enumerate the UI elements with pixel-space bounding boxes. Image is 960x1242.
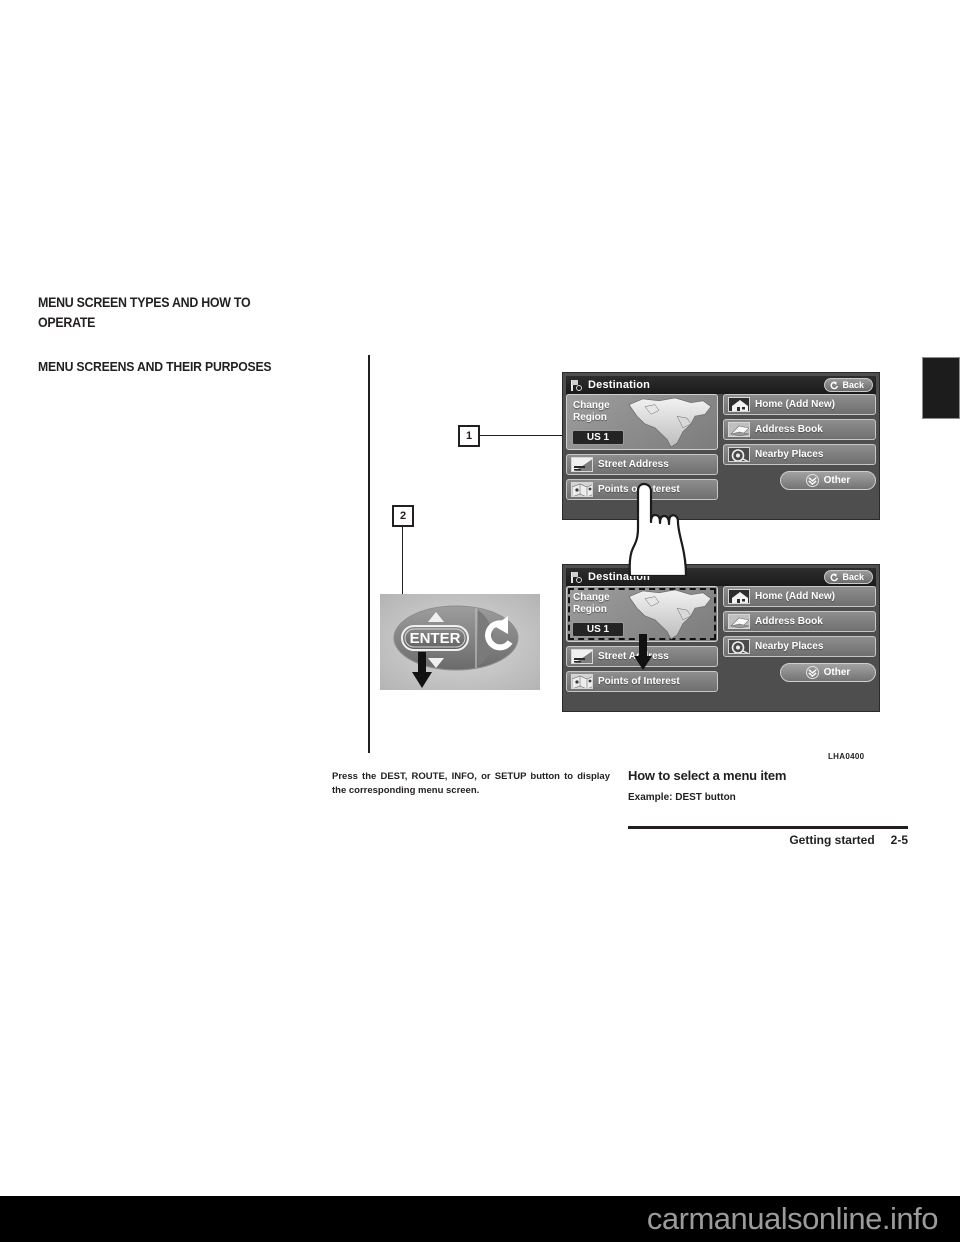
menu-button-street-address[interactable]: Street Address xyxy=(566,454,718,475)
callout-marker-2: 2 xyxy=(392,505,414,527)
navigation-screen-bottom: Destination Back Change Region US 1 Stre… xyxy=(562,564,880,712)
menu-button-address-book[interactable]: Address Book xyxy=(723,611,876,632)
callout-leader-line-1 xyxy=(480,435,562,436)
figure-code: LHA0400 xyxy=(828,752,865,761)
body-column-left: Press the DEST, ROUTE, INFO, or SETUP bu… xyxy=(332,770,610,798)
menu-button-address-book[interactable]: Address Book xyxy=(723,419,876,440)
footer-page-number: 2-5 xyxy=(890,833,908,847)
manual-page: MENU SCREEN TYPES AND HOW TO OPERATE MEN… xyxy=(0,0,960,1242)
region-label-line2: Region xyxy=(573,411,607,423)
menu-button-label: Address Book xyxy=(755,424,823,435)
change-region-label: Change Region xyxy=(573,592,610,615)
menu-button-label: Address Book xyxy=(755,616,823,627)
screen-body: Change Region US 1 Street Address Points… xyxy=(566,394,876,516)
menu-button-nearby-places[interactable]: Nearby Places xyxy=(723,444,876,465)
points-of-interest-icon xyxy=(571,674,593,689)
menu-button-home[interactable]: Home (Add New) xyxy=(723,586,876,607)
screen-right-column: Home (Add New) Address Book Nearby Place… xyxy=(723,586,876,708)
change-region-label: Change Region xyxy=(573,400,610,423)
points-of-interest-icon xyxy=(571,482,593,497)
menu-button-label: Home (Add New) xyxy=(755,591,835,602)
screen-right-column: Home (Add New) Address Book Nearby Place… xyxy=(723,394,876,516)
menu-button-label: Nearby Places xyxy=(755,641,824,652)
destination-flag-icon xyxy=(570,379,583,391)
menu-button-home[interactable]: Home (Add New) xyxy=(723,394,876,415)
screen-title: Destination xyxy=(588,379,651,391)
menu-button-label: Street Address xyxy=(598,459,669,470)
footer-chapter: Getting started xyxy=(789,833,875,847)
down-arrow-annotation xyxy=(634,634,652,670)
chapter-edge-tab xyxy=(922,357,960,419)
callout-leader-line-2 xyxy=(402,527,403,595)
body-paragraph: Press the DEST, ROUTE, INFO, or SETUP bu… xyxy=(332,771,610,796)
region-value: US 1 xyxy=(572,430,624,445)
callout-marker-1: 1 xyxy=(458,425,480,447)
back-arrow-icon xyxy=(831,381,839,389)
left-text-column: MENU SCREEN TYPES AND HOW TO OPERATE MEN… xyxy=(38,293,328,377)
page-footer: Getting started 2-5 xyxy=(628,826,908,847)
destination-flag-icon xyxy=(570,571,583,583)
menu-button-label: Points of Interest xyxy=(598,676,680,687)
back-button-label: Back xyxy=(842,380,864,390)
back-button[interactable]: Back xyxy=(824,378,873,392)
nearby-places-icon xyxy=(728,639,750,654)
address-book-icon xyxy=(728,422,750,437)
other-button-label: Other xyxy=(823,475,851,486)
other-button[interactable]: Other xyxy=(780,471,876,490)
street-address-icon xyxy=(571,457,593,472)
menu-button-nearby-places[interactable]: Nearby Places xyxy=(723,636,876,657)
subsection-heading: MENU SCREENS AND THEIR PURPOSES xyxy=(38,359,272,375)
section-heading: MENU SCREEN TYPES AND HOW TO OPERATE xyxy=(38,295,251,330)
back-button[interactable]: Back xyxy=(824,570,873,584)
enter-button-label: ENTER xyxy=(410,630,461,647)
other-button[interactable]: Other xyxy=(780,663,876,682)
menu-button-label: Nearby Places xyxy=(755,449,824,460)
screen-titlebar: Destination Back xyxy=(566,376,876,394)
region-value: US 1 xyxy=(572,622,624,637)
back-button-label: Back xyxy=(842,572,864,582)
right-heading: How to select a menu item xyxy=(628,768,787,783)
navigation-screen-top: Destination Back Change Region US 1 Stre… xyxy=(562,372,880,520)
pointing-hand-illustration xyxy=(628,482,688,576)
menu-button-label: Home (Add New) xyxy=(755,399,835,410)
enter-button-photo: ENTER xyxy=(380,594,540,690)
region-label-line1: Change xyxy=(573,592,610,603)
north-america-map-icon xyxy=(628,397,712,448)
double-chevron-down-icon xyxy=(805,666,819,679)
address-book-icon xyxy=(728,614,750,629)
region-label-line1: Change xyxy=(573,400,610,411)
body-column-right: How to select a menu item Example: DEST … xyxy=(628,768,908,803)
watermark-bar: carmanualsonline.info xyxy=(0,1196,960,1242)
north-america-map-icon xyxy=(628,589,712,640)
menu-button-points-of-interest[interactable]: Points of Interest xyxy=(566,671,718,692)
other-button-label: Other xyxy=(823,667,851,678)
screen-titlebar: Destination Back xyxy=(566,568,876,586)
screen-body: Change Region US 1 Street Address Points… xyxy=(566,586,876,708)
right-subheading: Example: DEST button xyxy=(628,792,736,803)
home-icon xyxy=(728,397,750,412)
home-icon xyxy=(728,589,750,604)
change-region-panel[interactable]: Change Region US 1 xyxy=(566,394,718,450)
back-arrow-icon xyxy=(831,573,839,581)
region-label-line2: Region xyxy=(573,603,607,615)
nearby-places-icon xyxy=(728,447,750,462)
double-chevron-down-icon xyxy=(805,474,819,487)
street-address-icon xyxy=(571,649,593,664)
watermark-text: carmanualsonline.info xyxy=(646,1201,939,1236)
